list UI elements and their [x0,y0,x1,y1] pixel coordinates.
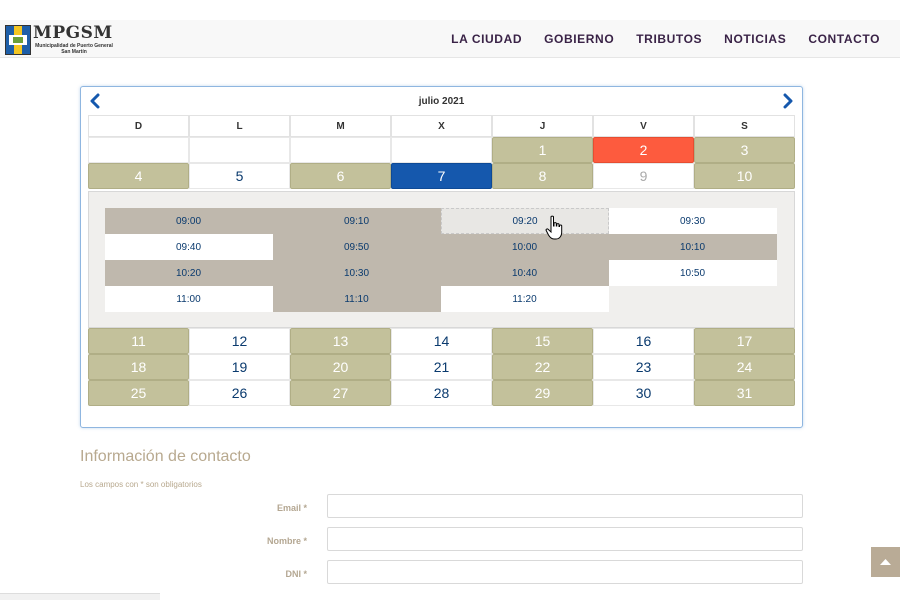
day-cell[interactable]: 3 [694,137,795,163]
weekday-label: V [593,115,694,137]
booking-calendar: julio 2021 D L M X J V S 1 2 3 4 5 6 7 8 9 10 09:… [80,86,803,428]
day-cell[interactable]: 24 [694,354,795,380]
day-cell[interactable]: 13 [290,328,391,354]
chevron-up-icon [880,559,891,565]
day-cell[interactable]: 2 [593,137,694,163]
time-slot[interactable]: 09:30 [609,208,777,234]
day-cell[interactable]: 1 [492,137,593,163]
dni-label: DNI * [285,569,307,579]
day-cell[interactable]: 19 [189,354,290,380]
calendar-week-row: 25 26 27 28 29 30 31 [88,380,795,406]
logo-title: MPGSM [33,23,113,43]
time-slot[interactable]: 10:30 [273,260,441,286]
time-slot[interactable]: 11:20 [441,286,609,312]
calendar-grid-top: D L M X J V S 1 2 3 4 5 6 7 8 9 10 [88,115,795,189]
weekday-label: J [492,115,593,137]
day-cell[interactable]: 8 [492,163,593,189]
day-cell[interactable]: 26 [189,380,290,406]
day-cell[interactable]: 29 [492,380,593,406]
day-cell[interactable]: 4 [88,163,189,189]
empty-day-cell [88,137,189,163]
nav-contacto[interactable]: CONTACTO [808,32,880,46]
day-cell[interactable]: 7 [391,163,492,189]
time-slot[interactable]: 11:00 [105,286,273,312]
day-cell[interactable]: 23 [593,354,694,380]
calendar-week-row: 11 12 13 14 15 16 17 [88,328,795,354]
nombre-field[interactable] [327,527,803,551]
day-cell[interactable]: 16 [593,328,694,354]
day-cell[interactable]: 14 [391,328,492,354]
day-cell[interactable]: 12 [189,328,290,354]
day-cell[interactable]: 28 [391,380,492,406]
day-cell[interactable]: 22 [492,354,593,380]
site-logo[interactable]: MPGSM Municipalidad de Puerto General Sa… [5,23,115,57]
calendar-header: julio 2021 [81,87,802,115]
day-cell[interactable]: 18 [88,354,189,380]
site-header: MPGSM Municipalidad de Puerto General Sa… [0,20,900,58]
day-cell[interactable]: 31 [694,380,795,406]
day-cell[interactable]: 11 [88,328,189,354]
email-label: Email * [276,503,307,513]
calendar-weeks-bottom: 11 12 13 14 15 16 17 18 19 20 21 22 23 24 25 26 27 28 29 30… [88,328,795,406]
calendar-week-row: 4 5 6 7 8 9 10 [88,163,795,189]
time-slot[interactable]: 10:00 [441,234,609,260]
nav-gobierno[interactable]: GOBIERNO [544,32,614,46]
nav-la-ciudad[interactable]: LA CIUDAD [451,32,522,46]
time-slot[interactable]: 09:00 [105,208,273,234]
weekday-label: S [694,115,795,137]
main-nav: LA CIUDAD GOBIERNO TRIBUTOS NOTICIAS CON… [451,20,880,58]
time-slot[interactable]: 09:20 [441,208,609,234]
day-cell: 9 [593,163,694,189]
logo-subtitle: Municipalidad de Puerto General San Mart… [35,43,113,55]
weekday-header-row: D L M X J V S [88,115,795,137]
time-slot[interactable]: 09:40 [105,234,273,260]
time-slot[interactable]: 10:40 [441,260,609,286]
calendar-month-label: julio 2021 [418,96,465,107]
scroll-to-top-button[interactable] [871,547,900,577]
day-cell[interactable]: 10 [694,163,795,189]
weekday-label: M [290,115,391,137]
day-cell[interactable]: 6 [290,163,391,189]
day-cell[interactable]: 25 [88,380,189,406]
time-slots-grid: 09:00 09:10 09:20 09:30 09:40 09:50 10:00 10:10… [105,208,778,312]
empty-day-cell [391,137,492,163]
calendar-weeks-top: 1 2 3 4 5 6 7 8 9 10 [88,137,795,189]
weekday-label: X [391,115,492,137]
nav-noticias[interactable]: NOTICIAS [724,32,786,46]
nav-tributos[interactable]: TRIBUTOS [636,32,702,46]
time-slots-panel: 09:00 09:10 09:20 09:30 09:40 09:50 10:00 10:10… [88,191,795,328]
top-strip [0,0,900,20]
dni-field[interactable] [327,560,803,584]
calendar-week-row: 123 [88,137,795,163]
time-slot[interactable]: 10:20 [105,260,273,286]
day-cell[interactable]: 21 [391,354,492,380]
browser-status-bar [0,593,160,600]
empty-day-cell [189,137,290,163]
nombre-label: Nombre * [266,536,307,546]
hand-pointer-cursor-icon [545,215,563,240]
empty-day-cell [290,137,391,163]
required-fields-note: Los campos con * son obligatorios [80,480,202,489]
day-cell[interactable]: 30 [593,380,694,406]
day-cell[interactable]: 15 [492,328,593,354]
time-slot[interactable]: 10:50 [609,260,777,286]
email-field[interactable] [327,494,803,518]
shield-logo-icon [5,25,31,55]
calendar-week-row: 18 19 20 21 22 23 24 [88,354,795,380]
contact-info-title: Información de contacto [80,448,251,465]
next-month-arrow-icon[interactable] [780,93,796,109]
time-slot[interactable]: 10:10 [609,234,777,260]
time-slot[interactable]: 11:10 [273,286,441,312]
time-slot[interactable]: 09:10 [273,208,441,234]
time-slot[interactable]: 09:50 [273,234,441,260]
day-cell[interactable]: 5 [189,163,290,189]
day-cell[interactable]: 27 [290,380,391,406]
weekday-label: L [189,115,290,137]
day-cell[interactable]: 17 [694,328,795,354]
weekday-label: D [88,115,189,137]
day-cell[interactable]: 20 [290,354,391,380]
